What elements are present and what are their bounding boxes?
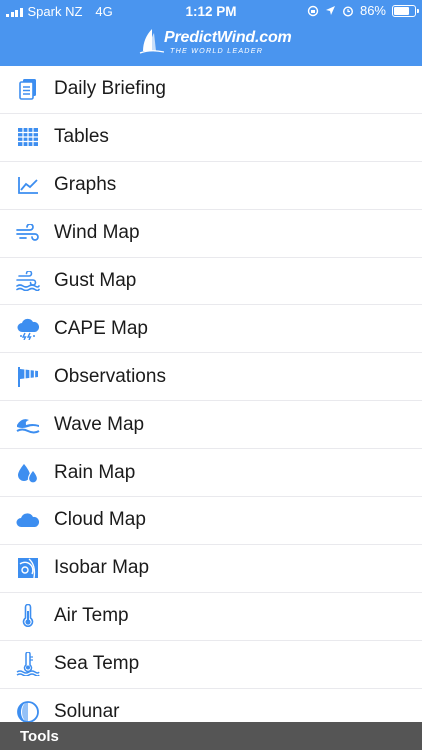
gust-icon: [16, 269, 40, 293]
menu-item-wave-map[interactable]: Wave Map: [0, 401, 422, 450]
menu-item-daily-briefing[interactable]: Daily Briefing: [0, 66, 422, 114]
graphs-icon: [16, 173, 40, 197]
menu-item-label: Tables: [54, 126, 109, 148]
screen-lock-icon: [307, 5, 319, 17]
menu-item-label: Gust Map: [54, 270, 137, 291]
raindrops-icon: [16, 461, 40, 485]
storm-cloud-icon: [16, 317, 40, 341]
tables-icon: [16, 125, 40, 149]
menu-item-label: Wind Map: [54, 222, 140, 244]
menu-item-wind-map[interactable]: Wind Map: [0, 210, 422, 258]
alarm-icon: [342, 5, 354, 17]
status-bar: Spark NZ 4G 1:12 PM 86%: [0, 0, 422, 22]
menu-item-label: Cloud Map: [54, 509, 146, 531]
isobar-icon: [16, 556, 40, 580]
thermometer-icon: [16, 604, 40, 628]
windsock-icon: [16, 365, 40, 389]
menu-item-sea-temp[interactable]: Sea Temp: [0, 641, 422, 689]
menu-item-label: Rain Map: [54, 461, 136, 483]
tools-section-header: Tools: [0, 722, 422, 750]
brand-tagline: THE WORLD LEADER: [170, 46, 264, 55]
menu-item-label: CAPE Map: [54, 317, 148, 339]
menu-item-rain-map[interactable]: Rain Map: [0, 449, 422, 498]
sea-thermometer-icon: [16, 652, 40, 677]
predictwind-logo: PredictWind.com THE WORLD LEADER: [138, 27, 292, 57]
daily-briefing-icon: [16, 77, 40, 101]
battery-percent: 86%: [359, 3, 386, 18]
menu-item-tables[interactable]: Tables: [0, 114, 422, 162]
tools-label: Tools: [20, 728, 59, 745]
menu-item-label: Sea Temp: [54, 653, 140, 675]
menu-item-graphs[interactable]: Graphs: [0, 162, 422, 210]
menu-item-cloud-map[interactable]: Cloud Map: [0, 497, 422, 545]
wind-icon: [16, 221, 40, 245]
menu-item-label: Isobar Map: [54, 557, 150, 579]
menu-item-label: Graphs: [54, 174, 117, 196]
sail-icon: [139, 29, 164, 54]
menu-item-cape-map[interactable]: CAPE Map: [0, 305, 422, 354]
menu-item-label: Daily Briefing: [54, 78, 166, 100]
cloud-icon: [16, 508, 40, 532]
menu-item-gust-map[interactable]: Gust Map: [0, 258, 422, 306]
menu-item-label: Solunar: [54, 701, 120, 723]
main-menu: Daily Briefing Tables Graphs Wind Map Gu…: [0, 66, 422, 735]
menu-item-label: Air Temp: [54, 605, 129, 627]
moon-phase-icon: [16, 700, 40, 724]
menu-item-observations[interactable]: Observations: [0, 353, 422, 402]
menu-item-isobar-map[interactable]: Isobar Map: [0, 545, 422, 593]
menu-item-air-temp[interactable]: Air Temp: [0, 593, 422, 641]
app-header: Spark NZ 4G 1:12 PM 86% PredictWind.com …: [0, 0, 422, 66]
battery-icon: [392, 4, 419, 17]
brand-name: PredictWind.com: [164, 29, 292, 46]
wave-icon: [16, 413, 40, 437]
location-arrow-icon: [325, 5, 336, 16]
menu-item-label: Observations: [54, 365, 166, 387]
menu-item-label: Wave Map: [54, 413, 145, 435]
